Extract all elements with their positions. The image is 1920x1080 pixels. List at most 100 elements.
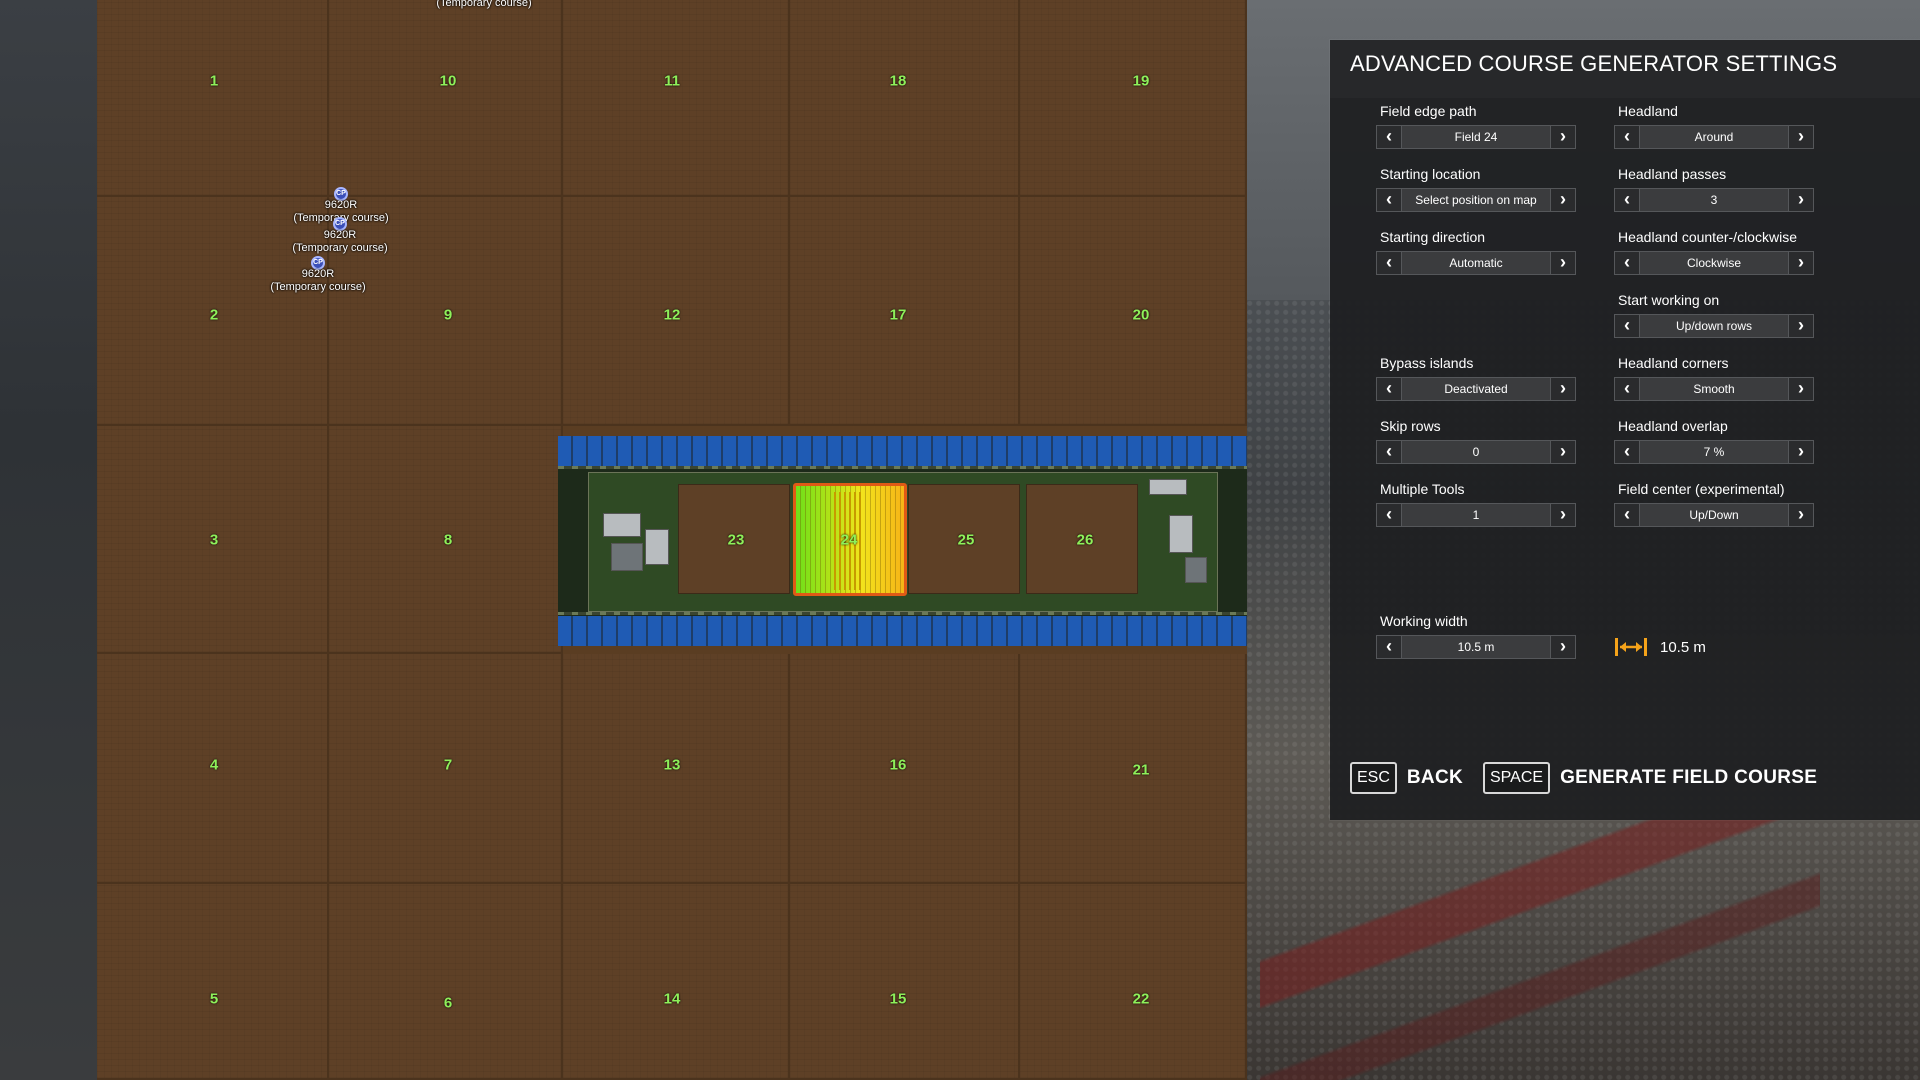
- farm-building: [1185, 557, 1207, 583]
- chevron-left-icon[interactable]: ‹: [1377, 504, 1402, 526]
- chevron-right-icon[interactable]: ›: [1550, 636, 1575, 658]
- field-number-5[interactable]: 5: [210, 991, 218, 1008]
- chevron-right-icon[interactable]: ›: [1550, 126, 1575, 148]
- vehicle-status: (Temporary course): [292, 242, 388, 254]
- chevron-right-icon[interactable]: ›: [1550, 504, 1575, 526]
- multiple-tools-value: 1: [1472, 508, 1480, 522]
- vehicle-label: 9620R (Temporary course): [270, 268, 365, 294]
- map-tile: [97, 884, 329, 1080]
- map-tile: [790, 0, 1020, 197]
- vehicle-name: 9620R: [324, 199, 358, 211]
- field-center-stepper[interactable]: ‹ Up/Down ›: [1614, 503, 1814, 527]
- field-number-7[interactable]: 7: [444, 757, 452, 774]
- chevron-right-icon[interactable]: ›: [1788, 252, 1813, 274]
- back-button[interactable]: ESC BACK: [1350, 762, 1463, 794]
- skip-rows-value: 0: [1472, 445, 1480, 459]
- headland-stepper[interactable]: ‹ Around ›: [1614, 125, 1814, 149]
- field-number-3[interactable]: 3: [210, 532, 218, 549]
- chevron-right-icon[interactable]: ›: [1788, 504, 1813, 526]
- bypass-islands-label: Bypass islands: [1380, 355, 1474, 371]
- skip-rows-label: Skip rows: [1380, 418, 1441, 434]
- field-number-20[interactable]: 20: [1133, 307, 1150, 324]
- field-number-26[interactable]: 26: [1077, 532, 1094, 549]
- headland-label: Headland: [1618, 103, 1678, 119]
- field-number-9[interactable]: 9: [444, 307, 452, 324]
- headland-passes-stepper[interactable]: ‹ 3 ›: [1614, 188, 1814, 212]
- headland-overlap-stepper[interactable]: ‹ 7 % ›: [1614, 440, 1814, 464]
- chevron-left-icon[interactable]: ‹: [1377, 189, 1402, 211]
- field-number-10[interactable]: 10: [440, 73, 457, 90]
- multiple-tools-stepper[interactable]: ‹ 1 ›: [1376, 503, 1576, 527]
- field-number-19[interactable]: 19: [1133, 73, 1150, 90]
- bypass-islands-stepper[interactable]: ‹ Deactivated ›: [1376, 377, 1576, 401]
- chevron-left-icon[interactable]: ‹: [1377, 378, 1402, 400]
- field-number-23[interactable]: 23: [728, 532, 745, 549]
- chevron-right-icon[interactable]: ›: [1788, 189, 1813, 211]
- field-number-24[interactable]: 24: [841, 532, 858, 549]
- chevron-left-icon[interactable]: ‹: [1377, 126, 1402, 148]
- field-number-12[interactable]: 12: [664, 307, 681, 324]
- chevron-right-icon[interactable]: ›: [1788, 441, 1813, 463]
- starting-location-stepper[interactable]: ‹ Select position on map ›: [1376, 188, 1576, 212]
- field-number-8[interactable]: 8: [444, 532, 452, 549]
- field-number-11[interactable]: 11: [664, 73, 680, 90]
- starting-location-value: Select position on map: [1415, 193, 1537, 207]
- map-tile: [329, 884, 563, 1080]
- bypass-islands-value: Deactivated: [1444, 382, 1508, 396]
- generate-label: GENERATE FIELD COURSE: [1560, 767, 1818, 788]
- start-working-on-value: Up/down rows: [1675, 319, 1753, 333]
- chevron-left-icon[interactable]: ‹: [1615, 378, 1640, 400]
- field-number-17[interactable]: 17: [890, 307, 907, 324]
- chevron-right-icon[interactable]: ›: [1550, 189, 1575, 211]
- generate-field-course-button[interactable]: SPACE GENERATE FIELD COURSE: [1483, 762, 1817, 794]
- chevron-right-icon[interactable]: ›: [1788, 315, 1813, 337]
- field-number-6[interactable]: 6: [444, 995, 452, 1012]
- working-width-readout: 10.5 m: [1660, 639, 1706, 656]
- vehicle-status: (Temporary course): [270, 281, 366, 293]
- map-tile: [329, 0, 563, 197]
- field-number-4[interactable]: 4: [210, 757, 218, 774]
- space-key-hint: SPACE: [1483, 762, 1551, 794]
- chevron-right-icon[interactable]: ›: [1788, 126, 1813, 148]
- field-number-21[interactable]: 21: [1133, 762, 1150, 779]
- field-number-2[interactable]: 2: [210, 307, 218, 324]
- map-tile: [1020, 0, 1247, 197]
- map-tile: [1020, 884, 1247, 1080]
- vehicle-name: 9620R: [301, 268, 335, 280]
- field-number-1[interactable]: 1: [210, 73, 218, 90]
- chevron-left-icon[interactable]: ‹: [1615, 126, 1640, 148]
- field-edge-path-label: Field edge path: [1380, 103, 1477, 119]
- chevron-left-icon[interactable]: ‹: [1615, 315, 1640, 337]
- field-number-22[interactable]: 22: [1133, 991, 1150, 1008]
- field-edge-path-stepper[interactable]: ‹ Field 24 ›: [1376, 125, 1576, 149]
- chevron-left-icon[interactable]: ‹: [1377, 441, 1402, 463]
- chevron-left-icon[interactable]: ‹: [1615, 252, 1640, 274]
- chevron-right-icon[interactable]: ›: [1550, 441, 1575, 463]
- water-canal-top: [558, 436, 1247, 466]
- headland-passes-label: Headland passes: [1618, 166, 1727, 182]
- headland-direction-stepper[interactable]: ‹ Clockwise ›: [1614, 251, 1814, 275]
- chevron-left-icon[interactable]: ‹: [1615, 441, 1640, 463]
- start-working-on-stepper[interactable]: ‹ Up/down rows ›: [1614, 314, 1814, 338]
- chevron-right-icon[interactable]: ›: [1788, 378, 1813, 400]
- skip-rows-stepper[interactable]: ‹ 0 ›: [1376, 440, 1576, 464]
- headland-corners-stepper[interactable]: ‹ Smooth ›: [1614, 377, 1814, 401]
- chevron-left-icon[interactable]: ‹: [1615, 504, 1640, 526]
- chevron-left-icon[interactable]: ‹: [1615, 189, 1640, 211]
- working-width-stepper[interactable]: ‹ 10.5 m ›: [1376, 635, 1576, 659]
- chevron-right-icon[interactable]: ›: [1550, 378, 1575, 400]
- field-number-18[interactable]: 18: [890, 73, 907, 90]
- field-number-15[interactable]: 15: [890, 991, 907, 1008]
- field-number-16[interactable]: 16: [890, 757, 907, 774]
- chevron-left-icon[interactable]: ‹: [1377, 252, 1402, 274]
- starting-direction-stepper[interactable]: ‹ Automatic ›: [1376, 251, 1576, 275]
- field-number-25[interactable]: 25: [958, 532, 975, 549]
- back-label: BACK: [1406, 767, 1463, 788]
- headland-value: Around: [1694, 130, 1734, 144]
- chevron-right-icon[interactable]: ›: [1550, 252, 1575, 274]
- multiple-tools-label: Multiple Tools: [1380, 481, 1465, 497]
- field-number-13[interactable]: 13: [664, 757, 681, 774]
- chevron-left-icon[interactable]: ‹: [1377, 636, 1402, 658]
- field-number-14[interactable]: 14: [664, 991, 681, 1008]
- headland-direction-label: Headland counter-/clockwise: [1618, 229, 1797, 245]
